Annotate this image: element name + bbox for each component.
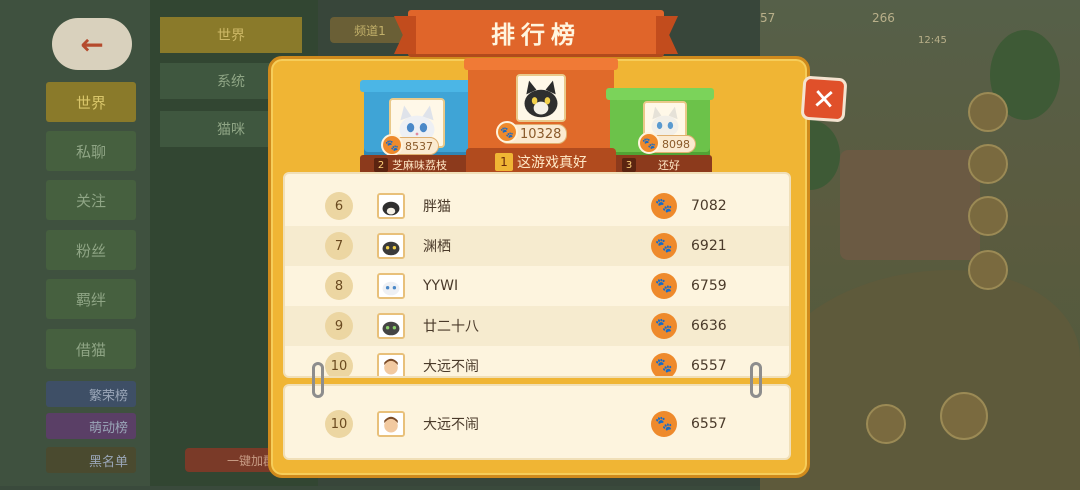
tab-prosperity-rank[interactable]: 繁荣榜 (46, 381, 136, 407)
tab-fans[interactable]: 粉丝 (46, 230, 136, 270)
table-row[interactable]: 7 渊栖 🐾 6921 (285, 226, 789, 266)
home-icon[interactable] (940, 392, 988, 440)
player-score: 6759 (691, 278, 727, 294)
player-name: 大远不闹 (423, 417, 479, 433)
table-row[interactable]: 10 大远不闹 🐾 6557 (285, 346, 789, 376)
person-avatar-icon (377, 411, 405, 437)
podium-first-score: 🐾 10328 (496, 121, 568, 144)
tab-follow[interactable]: 关注 (46, 180, 136, 220)
close-icon: ✕ (811, 81, 837, 117)
ranking-list[interactable]: 6 胖猫 🐾 7082 7 渊栖 🐾 6921 8 YYWI 🐾 6759 9 … (283, 172, 791, 378)
close-button[interactable]: ✕ (800, 75, 848, 123)
task-icon[interactable] (968, 144, 1008, 184)
channel-label: 频道1 (354, 23, 386, 38)
rank-number: 7 (325, 232, 353, 260)
podium-third-score: 🐾 8098 (638, 132, 696, 154)
paw-icon: 🐾 (651, 411, 677, 437)
coin-count-left: 57 (760, 11, 776, 25)
tab-borrow-cat[interactable]: 借猫 (46, 329, 136, 369)
dress-icon[interactable] (968, 250, 1008, 290)
podium-second-score: 🐾 8537 (381, 134, 439, 156)
player-name: 渊栖 (423, 239, 451, 255)
player-name: YYWI (423, 278, 459, 294)
paw-icon: 🐾 (651, 313, 677, 339)
binder-ring-left (312, 362, 324, 398)
cat-avatar-icon (377, 313, 405, 339)
cat-avatar-icon (518, 76, 564, 120)
my-rank-row[interactable]: 10 大远不闹 🐾 6557 (285, 404, 793, 444)
tab-private-chat[interactable]: 私聊 (46, 131, 136, 171)
paw-icon: 🐾 (651, 193, 677, 219)
player-name: 大远不闹 (423, 359, 479, 375)
one-key-join-button[interactable]: 一键加群 (185, 448, 281, 472)
shop-icon[interactable] (968, 92, 1008, 132)
paw-icon: 🐾 (651, 233, 677, 259)
player-score: 6557 (691, 358, 727, 374)
channel-tab-world[interactable]: 世界 (160, 17, 302, 53)
player-score: 6557 (691, 416, 727, 432)
book-icon[interactable] (866, 404, 906, 444)
rank-number: 10 (325, 352, 353, 376)
mail-icon[interactable] (968, 196, 1008, 236)
back-button[interactable]: ← (52, 18, 132, 70)
tab-bond[interactable]: 羁绊 (46, 279, 136, 319)
rank-number: 6 (325, 192, 353, 220)
rank-number: 9 (325, 312, 353, 340)
podium-first-avatar[interactable] (516, 74, 566, 122)
title-banner: 排行榜 (408, 10, 664, 54)
paw-icon: 🐾 (638, 132, 660, 154)
tab-cute-rank[interactable]: 萌动榜 (46, 413, 136, 439)
player-score: 7082 (691, 198, 727, 214)
rank-number: 10 (325, 410, 353, 438)
coin-count-right: 266 (872, 11, 895, 25)
binder-ring-right (750, 362, 762, 398)
tab-world[interactable]: 世界 (46, 82, 136, 122)
person-avatar-icon (377, 353, 405, 376)
table-row[interactable]: 9 廿二十八 🐾 6636 (285, 306, 789, 346)
paw-icon: 🐾 (651, 353, 677, 376)
paw-icon: 🐾 (651, 273, 677, 299)
my-rank-card: 10 大远不闹 🐾 6557 (283, 384, 791, 460)
cat-avatar-icon (377, 233, 405, 259)
tab-blacklist[interactable]: 黑名单 (46, 447, 136, 473)
player-score: 6921 (691, 238, 727, 254)
cat-avatar-icon (377, 193, 405, 219)
arrow-left-icon: ← (80, 27, 104, 61)
paw-icon: 🐾 (496, 121, 518, 143)
cat-house (840, 150, 980, 260)
modal-title: 排行榜 (491, 20, 581, 49)
paw-icon: 🐾 (381, 134, 403, 156)
cat-avatar-icon (377, 273, 405, 299)
player-name: 胖猫 (423, 199, 451, 215)
player-score: 6636 (691, 318, 727, 334)
time-label: 12:45 (918, 34, 947, 46)
table-row[interactable]: 6 胖猫 🐾 7082 (285, 186, 789, 226)
table-row[interactable]: 8 YYWI 🐾 6759 (285, 266, 789, 306)
player-name: 廿二十八 (423, 319, 479, 335)
rank-number: 8 (325, 272, 353, 300)
